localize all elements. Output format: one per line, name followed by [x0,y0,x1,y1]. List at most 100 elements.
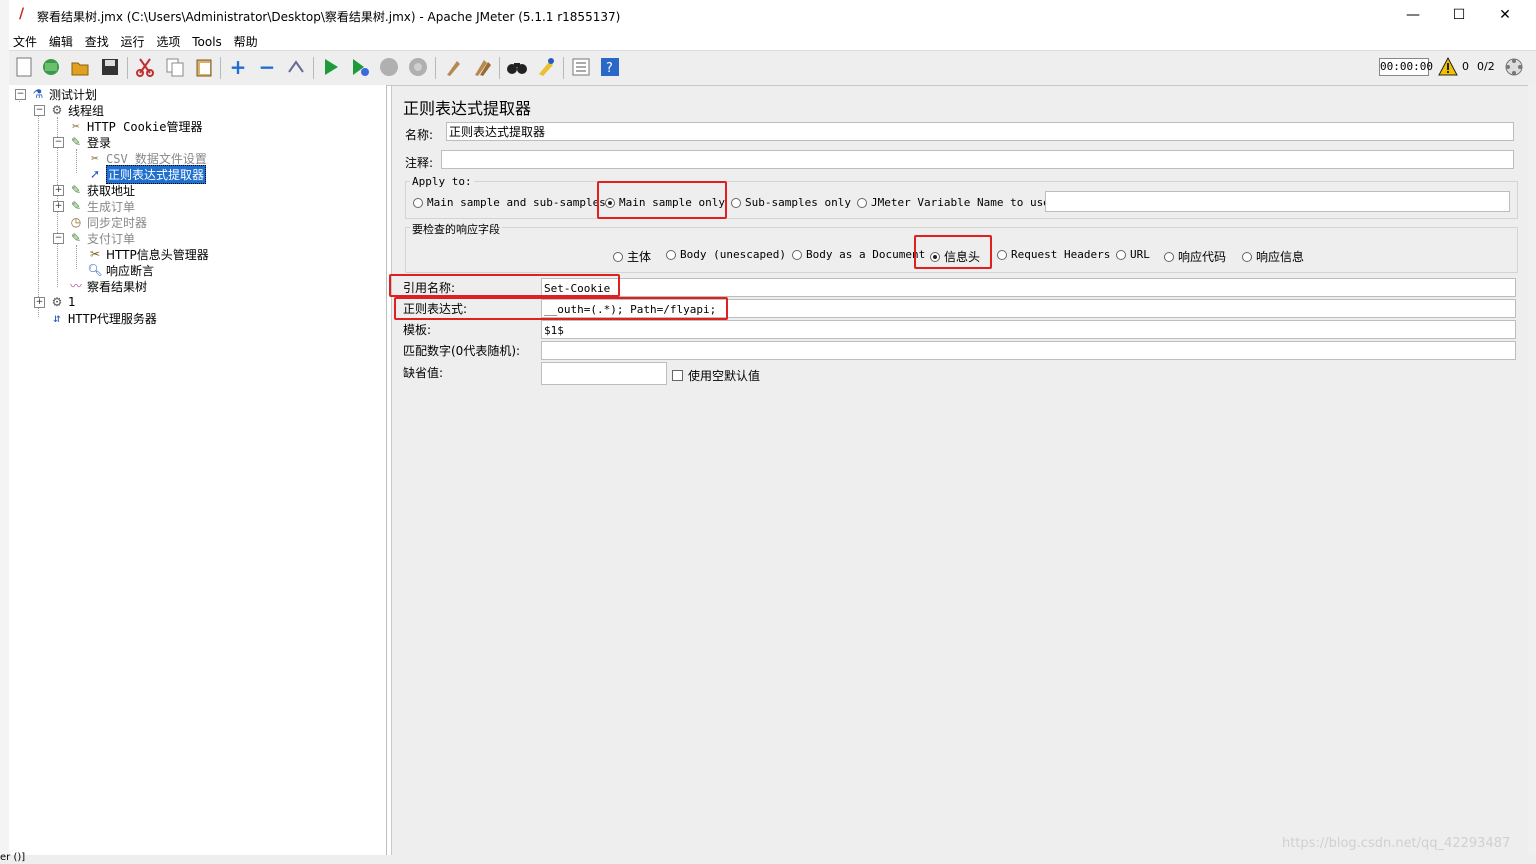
radio-dot [731,197,741,208]
running-indicator-icon [1503,56,1525,78]
cut-icon[interactable] [134,56,156,78]
tree-node-pay-order[interactable]: ✎ 支付订单 [68,230,135,246]
minimize-button[interactable]: — [1391,4,1435,26]
radio-response-code[interactable]: 响应代码 [1164,248,1226,265]
bottom-text: er ()] [0,852,26,863]
tree-node-view-results-tree[interactable]: 〰察看结果树 [68,278,147,294]
test-plan-tree[interactable]: − − − + + − + ⚗ 测试计划 ⚙ 线程组 ✂ HTTP Cookie管理器… [9,85,387,856]
radio-body-unescaped[interactable]: Body (unescaped) [666,248,786,261]
tree-node-cookie-manager[interactable]: ✂ HTTP Cookie管理器 [68,118,202,134]
tree-node-regex-extractor[interactable]: ➚ 正则表达式提取器 [87,164,207,184]
tree-node-header-manager[interactable]: ✂ HTTP信息头管理器 [87,246,209,262]
menu-run[interactable]: 运行 [117,30,149,50]
help-icon[interactable]: ? [599,56,621,78]
radio-dot [1242,251,1252,262]
radio-request-headers[interactable]: Request Headers [997,248,1110,261]
menu-help[interactable]: 帮助 [230,30,262,50]
radio-main-and-sub[interactable]: Main sample and sub-samples [413,196,606,209]
reset-search-icon[interactable] [535,56,557,78]
new-icon[interactable] [13,56,35,78]
jmeter-variable-input[interactable] [1045,191,1510,212]
clear-all-icon[interactable] [471,56,493,78]
highlight-main-sample-only [597,181,727,219]
watermark: https://blog.csdn.net/qq_42293487 [1282,836,1511,851]
wrench-icon: ✂ [89,247,101,261]
name-input[interactable]: 正则表达式提取器 [446,122,1514,141]
tree-expand-toggle[interactable]: + [53,185,64,196]
start-no-pauses-icon[interactable] [349,56,371,78]
tree-collapse-toggle[interactable]: − [34,105,45,116]
tree-node-test-plan[interactable]: ⚗ 测试计划 [30,86,97,102]
tree-node-thread-group-1[interactable]: ⚙ 1 [49,294,76,310]
name-label: 名称: [405,128,434,142]
tree-node-response-assertion[interactable]: 🔍︎ 响应断言 [87,262,154,278]
start-icon[interactable] [320,56,342,78]
copy-icon[interactable] [164,56,186,78]
title-bar: / 察看结果树.jmx (C:\Users\Administrator\Desk… [9,0,1536,30]
menu-tools[interactable]: Tools [188,32,226,49]
toolbar-separator [499,57,500,79]
magnifier-icon: 🔍︎ [87,263,103,277]
comment-label: 注释: [405,156,434,170]
tree-node-sync-timer[interactable]: ◷ 同步定时器 [68,214,147,230]
dropper-icon: ✎ [70,183,82,197]
wrench-icon: ✂ [72,119,80,133]
tree-line [38,109,40,317]
highlight-regex [394,297,728,320]
toggle-icon[interactable] [285,56,307,78]
comment-input[interactable] [441,150,1514,169]
template-input[interactable]: $1$ [541,320,1516,339]
tree-node-proxy-server[interactable]: ⇵ HTTP代理服务器 [49,310,157,326]
jmeter-feather-icon: / [19,6,25,22]
menu-search[interactable]: 查找 [81,30,113,50]
open-icon[interactable] [69,56,91,78]
proxy-icon: ⇵ [53,311,61,325]
collapse-all-icon[interactable]: − [256,55,278,79]
stop-icon[interactable] [378,56,400,78]
radio-jmeter-variable[interactable]: JMeter Variable Name to use [857,196,1050,209]
tree-node-create-order[interactable]: ✎ 生成订单 [68,198,135,214]
menu-edit[interactable]: 编辑 [45,30,77,50]
warning-icon[interactable] [1437,56,1459,78]
template-label: 模板: [403,323,432,337]
default-value-label: 缺省值: [403,366,444,380]
ref-name-input[interactable]: Set-Cookie [541,278,1516,297]
radio-url[interactable]: URL [1116,248,1150,261]
use-empty-default-checkbox[interactable]: 使用空默认值 [672,367,760,384]
radio-sub-only[interactable]: Sub-samples only [731,196,851,209]
radio-response-message[interactable]: 响应信息 [1242,248,1304,265]
save-icon[interactable] [99,56,121,78]
tree-node-get-address[interactable]: ✎ 获取地址 [68,182,135,198]
tree-node-thread-group[interactable]: ⚙ 线程组 [49,102,104,118]
menu-file[interactable]: 文件 [9,30,41,50]
radio-body[interactable]: 主体 [613,248,651,265]
search-binoculars-icon[interactable] [506,56,528,78]
dropper-icon: ✎ [70,231,82,245]
tree-line [76,245,78,269]
tree-expand-toggle[interactable]: + [34,297,45,308]
radio-dot [613,251,623,262]
tree-collapse-toggle[interactable]: − [15,89,26,100]
thread-count: 0/2 [1477,60,1495,73]
default-value-input[interactable] [541,362,667,385]
tree-collapse-toggle[interactable]: − [53,233,64,244]
templates-icon[interactable] [40,56,62,78]
radio-dot [792,249,802,260]
match-no-input[interactable] [541,341,1516,360]
elapsed-timer: 00:00:00 [1379,58,1433,76]
menu-options[interactable]: 选项 [152,30,184,50]
highlight-ref-name [389,274,620,297]
shutdown-icon[interactable] [407,56,429,78]
paste-icon[interactable] [193,56,215,78]
close-button[interactable]: ✕ [1483,4,1527,26]
tree-node-login[interactable]: ✎ 登录 [68,134,111,150]
tree-collapse-toggle[interactable]: − [53,137,64,148]
clear-icon[interactable] [442,56,464,78]
expand-all-icon[interactable]: + [227,55,249,79]
tree-expand-toggle[interactable]: + [53,201,64,212]
dropper-icon: ✎ [70,135,82,149]
radio-dot [1116,249,1126,260]
function-helper-icon[interactable] [570,56,592,78]
maximize-button[interactable]: ☐ [1437,4,1481,26]
radio-body-as-document[interactable]: Body as a Document [792,248,925,261]
